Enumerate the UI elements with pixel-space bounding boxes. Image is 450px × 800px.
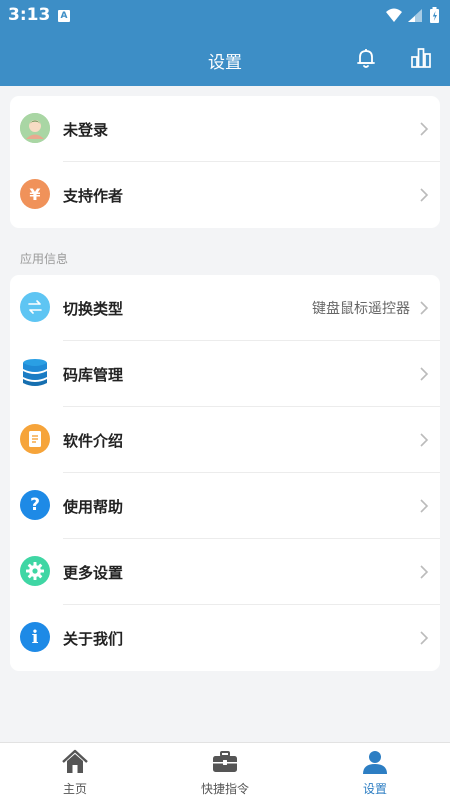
tab-settings-label: 设置 [362, 782, 387, 796]
app-bar: 设置 [0, 32, 450, 86]
tab-shortcuts-label: 快捷指令 [200, 782, 249, 796]
code-library-row[interactable]: 码库管理 [10, 341, 440, 407]
user-icon [363, 751, 387, 774]
help-row[interactable]: ? 使用帮助 [10, 473, 440, 539]
app-info-card: 切换类型 键盘鼠标遥控器 码库管理 软件介绍 ? 使用帮助 更多设置 i 关于我… [10, 275, 440, 671]
bar-chart-icon [411, 48, 431, 68]
chevron-right-icon [420, 433, 429, 447]
more-settings-label: 更多设置 [63, 564, 124, 582]
bell-icon [357, 49, 375, 68]
about-us-label: 关于我们 [63, 630, 124, 648]
yen-icon: ¥ [20, 179, 50, 209]
document-icon [20, 424, 50, 454]
more-settings-row[interactable]: 更多设置 [10, 539, 440, 605]
tab-home-label: 主页 [62, 782, 87, 796]
stats-button[interactable] [407, 44, 435, 72]
switch-type-value: 键盘鼠标遥控器 [312, 301, 410, 317]
tab-shortcuts[interactable]: 快捷指令 [150, 743, 300, 800]
info-icon: i [20, 622, 50, 652]
switch-type-label: 切换类型 [63, 300, 124, 318]
login-row[interactable]: 未登录 [10, 96, 440, 162]
chevron-right-icon [420, 499, 429, 513]
swap-icon [20, 292, 50, 322]
code-library-label: 码库管理 [63, 366, 124, 384]
chevron-right-icon [420, 565, 429, 579]
gear-icon [20, 556, 50, 586]
account-card: 未登录 ¥ 支持作者 [10, 96, 440, 228]
home-icon [62, 749, 88, 773]
database-icon [20, 358, 50, 388]
tab-home[interactable]: 主页 [0, 743, 150, 800]
chevron-right-icon [420, 188, 429, 202]
status-icons [384, 6, 444, 26]
login-label: 未登录 [63, 121, 109, 139]
support-author-label: 支持作者 [63, 187, 124, 205]
status-bar: 3:13 A [0, 0, 450, 32]
wifi-icon [386, 8, 402, 22]
support-author-row[interactable]: ¥ 支持作者 [10, 162, 440, 228]
help-label: 使用帮助 [63, 498, 124, 516]
battery-icon [430, 7, 439, 23]
tab-settings[interactable]: 设置 [300, 743, 450, 800]
chevron-right-icon [420, 631, 429, 645]
bottom-tab-bar: 主页 快捷指令 设置 [0, 742, 450, 800]
about-us-row[interactable]: i 关于我们 [10, 605, 440, 671]
avatar-icon [20, 113, 50, 143]
software-intro-label: 软件介绍 [63, 432, 124, 450]
chevron-right-icon [420, 301, 429, 315]
help-icon: ? [20, 490, 50, 520]
chevron-right-icon [420, 122, 429, 136]
signal-icon [408, 9, 422, 22]
software-intro-row[interactable]: 软件介绍 [10, 407, 440, 473]
notification-icon: A [58, 10, 70, 22]
switch-type-row[interactable]: 切换类型 键盘鼠标遥控器 [10, 275, 440, 341]
toolbox-icon [213, 751, 237, 772]
section-label: 应用信息 [20, 252, 69, 266]
chevron-right-icon [420, 367, 429, 381]
status-time: 3:13 [8, 5, 51, 25]
notification-button[interactable] [352, 44, 380, 72]
page-title: 设置 [208, 53, 242, 73]
